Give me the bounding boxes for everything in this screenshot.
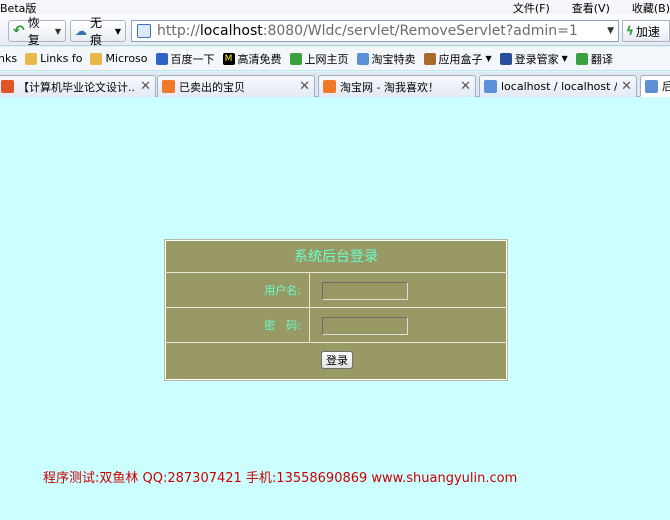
taobao-icon	[323, 80, 336, 93]
address-bar[interactable]: http://localhost:8080/Wldc/servlet/Remov…	[131, 20, 619, 42]
chevron-down-icon[interactable]: ▼	[115, 27, 121, 36]
site-icon	[1, 80, 14, 93]
tab-localhost[interactable]: localhost / localhost /... ✕	[479, 75, 637, 97]
tab-strip: 【计算机毕业论文设计... ✕ 已卖出的宝贝 ✕ 淘宝网 - 淘我喜欢！ ✕ l…	[0, 72, 670, 97]
url-path: :8080/Wldc/servlet/RemoveServlet?admin=1	[262, 23, 578, 39]
speed-up-button[interactable]: ϟ 加速	[622, 20, 670, 42]
url-protocol: http://	[157, 23, 200, 39]
home-icon	[289, 52, 302, 65]
username-input[interactable]	[322, 282, 408, 300]
chevron-down-icon[interactable]: ▼	[55, 27, 61, 36]
incognito-button-label: 无痕	[90, 16, 103, 47]
admin-login-panel: 系统后台登录 用户名: 密 码: 登录	[164, 239, 508, 381]
key-icon	[499, 52, 512, 65]
chevron-down-icon[interactable]: ▼	[486, 54, 492, 63]
navigation-bar: ↶ 恢复 ▼ ☁ 无痕 ▼ http://localhost:8080/Wldc…	[0, 14, 670, 47]
page-icon	[137, 24, 151, 38]
close-icon[interactable]: ✕	[621, 79, 632, 94]
m-logo-icon: M	[222, 52, 235, 65]
box-icon	[423, 52, 436, 65]
bookmark-app-box[interactable]: 应用盒子 ▼	[423, 51, 492, 67]
bookmark-login-manager[interactable]: 登录管家 ▼	[499, 51, 568, 67]
address-dropdown-icon[interactable]: ▼	[607, 26, 614, 36]
lightning-icon: ϟ	[626, 24, 634, 38]
submit-row: 登录	[166, 343, 506, 379]
baidu-icon	[155, 52, 168, 65]
folder-icon	[25, 52, 38, 65]
footer-credit: 程序测试:双鱼林 QQ:287307421 手机:13558690869 www…	[43, 471, 518, 486]
title-bar: Beta版 文件(F) 查看(V) 收藏(B)	[0, 0, 670, 15]
login-button[interactable]: 登录	[321, 351, 353, 369]
login-title: 系统后台登录	[166, 241, 506, 273]
page-icon	[356, 52, 369, 65]
close-icon[interactable]: ✕	[460, 79, 471, 94]
bookmark-baidu[interactable]: 百度一下	[155, 51, 215, 67]
page-icon	[645, 79, 658, 93]
chevron-down-icon[interactable]: ▼	[562, 54, 568, 63]
tab-taobao[interactable]: 淘宝网 - 淘我喜欢！ ✕	[318, 75, 476, 97]
bookmark-microsoft-folder[interactable]: Microso	[90, 52, 148, 65]
close-icon[interactable]: ✕	[299, 79, 310, 94]
bookmark-hd-free[interactable]: M 高清免费	[222, 51, 282, 67]
incognito-icon: ☁	[75, 24, 87, 38]
bookmark-home[interactable]: 上网主页	[289, 51, 349, 67]
back-arrow-icon: ↶	[13, 23, 25, 39]
username-label: 用户名:	[166, 273, 310, 307]
taobao-icon	[162, 80, 175, 93]
close-icon[interactable]: ✕	[140, 79, 151, 94]
password-row: 密 码:	[166, 308, 506, 343]
incognito-button[interactable]: ☁ 无痕 ▼	[70, 16, 126, 47]
bookmarks-bar: nks Links fo Microso 百度一下 M 高清免费 上网主页 淘宝…	[0, 47, 670, 71]
speed-up-label: 加速	[635, 24, 660, 39]
bookmark-links-partial[interactable]: nks	[0, 52, 17, 65]
restore-button-label: 恢复	[27, 16, 40, 47]
bookmark-links-folder[interactable]: Links fo	[25, 52, 82, 65]
password-label: 密 码:	[166, 308, 310, 342]
password-input[interactable]	[322, 317, 408, 335]
translate-icon	[575, 52, 588, 65]
tab-sold-items[interactable]: 已卖出的宝贝 ✕	[157, 75, 315, 97]
username-row: 用户名:	[166, 273, 506, 308]
tab-active[interactable]: 后	[640, 75, 670, 97]
bookmark-taobao-sale[interactable]: 淘宝特卖	[356, 51, 416, 67]
folder-icon	[90, 52, 103, 65]
tab-thesis[interactable]: 【计算机毕业论文设计... ✕	[0, 75, 156, 97]
restore-button[interactable]: ↶ 恢复 ▼	[8, 16, 66, 47]
page-icon	[484, 80, 497, 93]
bookmark-translate[interactable]: 翻译	[575, 51, 613, 67]
url-host: localhost	[199, 23, 263, 39]
